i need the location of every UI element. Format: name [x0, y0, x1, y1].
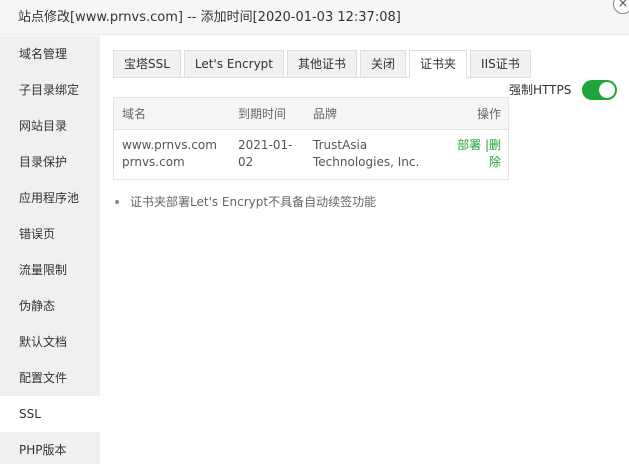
- sidebar-item-rewrite[interactable]: 伪静态: [0, 288, 100, 324]
- note-text: 证书夹部署Let's Encrypt不具备自动续签功能: [130, 195, 377, 209]
- expiry-part2: 02: [238, 155, 254, 169]
- cell-brand: TrustAsia Technologies, Inc.: [313, 137, 419, 171]
- header-domain: 域名: [122, 107, 147, 121]
- certificate-table: 域名 到期时间 品牌 操作 www.prnvs.com prnvs.com 20…: [113, 97, 509, 180]
- tab-other-certificate[interactable]: 其他证书: [287, 50, 358, 78]
- sidebar-item-domain-management[interactable]: 域名管理: [0, 36, 100, 72]
- main-panel: 宝塔SSL Let's Encrypt 其他证书 关闭 证书夹 IIS证书 强制…: [100, 36, 629, 464]
- sidebar-item-site-directory[interactable]: 网站目录: [0, 108, 100, 144]
- header-expiry: 到期时间: [238, 107, 287, 121]
- sidebar-item-ssl[interactable]: SSL: [0, 396, 100, 432]
- sidebar-item-subdirectory-binding[interactable]: 子目录绑定: [0, 72, 100, 108]
- sidebar-item-config-file[interactable]: 配置文件: [0, 360, 100, 396]
- header-action: 操作: [476, 107, 501, 121]
- table-header: 域名 到期时间 品牌 操作: [114, 98, 508, 130]
- brand-part1: TrustAsia: [313, 138, 368, 152]
- toggle-knob: [599, 82, 615, 98]
- bullet-icon: [115, 199, 119, 204]
- domain-secondary: prnvs.com: [122, 155, 185, 169]
- tab-iis-certificate[interactable]: IIS证书: [470, 50, 531, 78]
- force-https-label: 强制HTTPS: [509, 83, 572, 97]
- delete-link-continued[interactable]: 除: [489, 155, 501, 169]
- tab-close[interactable]: 关闭: [360, 50, 407, 78]
- sidebar-item-php-version[interactable]: PHP版本: [0, 432, 100, 464]
- brand-part2: Technologies, Inc.: [313, 155, 420, 169]
- delete-link[interactable]: 删: [489, 138, 501, 152]
- sidebar-item-directory-protection[interactable]: 目录保护: [0, 144, 100, 180]
- force-https-toggle[interactable]: [582, 80, 617, 100]
- expiry-part1: 2021-01-: [238, 138, 293, 152]
- tab-baota-ssl[interactable]: 宝塔SSL: [113, 50, 181, 78]
- cell-domain: www.prnvs.com prnvs.com: [122, 137, 217, 171]
- sidebar-item-traffic-limit[interactable]: 流量限制: [0, 252, 100, 288]
- cell-expiry: 2021-01- 02: [238, 137, 292, 171]
- deploy-link[interactable]: 部署: [457, 138, 481, 152]
- table-row: www.prnvs.com prnvs.com 2021-01- 02 Trus…: [114, 130, 508, 179]
- sidebar-item-error-page[interactable]: 错误页: [0, 216, 100, 252]
- dialog-title-bar: 站点修改[www.prnvs.com] -- 添加时间[2020-01-03 1…: [0, 0, 629, 35]
- tab-certificate-folder[interactable]: 证书夹: [409, 50, 468, 78]
- sidebar: 域名管理 子目录绑定 网站目录 目录保护 应用程序池 错误页 流量限制 伪静态 …: [0, 36, 100, 464]
- sidebar-item-app-pool[interactable]: 应用程序池: [0, 180, 100, 216]
- ssl-tabs: 宝塔SSL Let's Encrypt 其他证书 关闭 证书夹 IIS证书: [113, 50, 534, 78]
- header-brand: 品牌: [313, 107, 338, 121]
- help-note: 证书夹部署Let's Encrypt不具备自动续签功能: [115, 193, 376, 210]
- tab-lets-encrypt[interactable]: Let's Encrypt: [183, 50, 284, 78]
- sidebar-item-default-document[interactable]: 默认文档: [0, 324, 100, 360]
- cell-actions: 部署 |删 除: [457, 137, 501, 171]
- dialog-title: 站点修改[www.prnvs.com] -- 添加时间[2020-01-03 1…: [18, 10, 401, 25]
- domain-primary: www.prnvs.com: [122, 138, 217, 152]
